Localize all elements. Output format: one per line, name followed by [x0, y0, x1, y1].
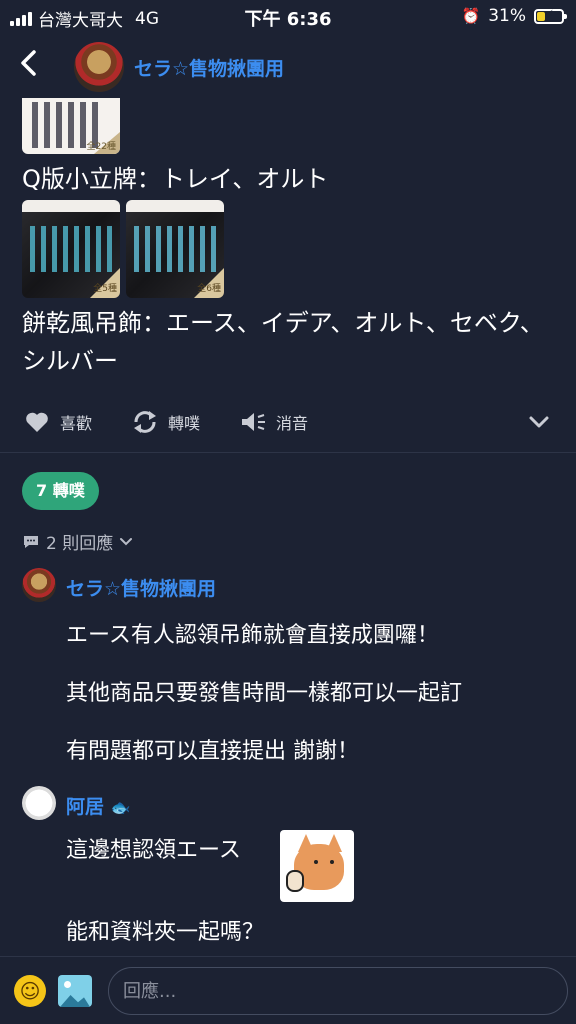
- comment-text: 其他商品只要發售時間一樣都可以一起訂: [66, 681, 463, 706]
- mute-button[interactable]: 消音: [240, 410, 308, 434]
- alarm-icon: ⏰: [461, 7, 481, 25]
- image-tag: 全6種: [197, 284, 221, 294]
- comment-author[interactable]: 阿居 🐟: [66, 792, 131, 819]
- post-image-charm-1[interactable]: 全5種: [22, 200, 120, 298]
- image-tag: 全5種: [93, 284, 117, 294]
- mute-label: 消音: [276, 414, 309, 433]
- fish-icon: 🐟: [110, 798, 131, 817]
- replies-count: 2 則回應: [46, 534, 114, 554]
- expand-menu-button[interactable]: [528, 410, 550, 434]
- battery-percent: 31%: [488, 6, 526, 26]
- page-title[interactable]: セラ☆售物揪團用: [134, 54, 284, 81]
- comment-text: エース有人認領吊飾就會直接成團囉！: [66, 623, 439, 648]
- chevron-down-icon: [529, 416, 549, 428]
- post-caption: Q版小立牌：トレイ、オルト: [22, 165, 329, 193]
- dog-sticker: [280, 830, 354, 902]
- repost-label: 轉噗: [168, 414, 201, 433]
- comment-text: 有問題都可以直接提出 謝謝！: [66, 739, 359, 764]
- post-actions: 喜歡 轉噗 消音: [0, 400, 576, 444]
- comment-text: 這邊想認領エース: [66, 838, 241, 863]
- avatar[interactable]: [22, 568, 56, 602]
- charging-bolt-icon: ⚡: [544, 7, 554, 24]
- heart-icon: [26, 412, 48, 432]
- image-tag: 全22種: [86, 142, 116, 152]
- replies-toggle[interactable]: 2 則回應: [22, 529, 133, 554]
- comment-author[interactable]: セラ☆售物揪團用: [66, 574, 216, 601]
- reply-bar: ☺: [0, 956, 576, 1024]
- chevron-down-icon: [120, 537, 133, 545]
- smiley-icon: ☺: [19, 979, 41, 1003]
- repost-icon: [134, 411, 156, 433]
- avatar[interactable]: [74, 42, 124, 92]
- back-button[interactable]: [18, 48, 48, 84]
- reply-input[interactable]: [108, 967, 568, 1015]
- post-image-standee[interactable]: 全22種: [22, 98, 120, 154]
- speaker-mute-icon: [242, 413, 265, 431]
- avatar[interactable]: [22, 786, 56, 820]
- image-icon: [60, 995, 90, 1007]
- like-label: 喜歡: [60, 414, 93, 433]
- post-image-charm-2[interactable]: 全6種: [126, 200, 224, 298]
- divider: [0, 452, 576, 453]
- post-caption: 餅乾風吊飾：エース、イデア、オルト、セベク、シルバー: [22, 309, 544, 375]
- header: セラ☆售物揪團用: [0, 38, 576, 94]
- emoji-button[interactable]: ☺: [14, 975, 46, 1007]
- image-upload-button[interactable]: [58, 975, 92, 1007]
- status-right: ⏰ 31% ⚡: [461, 6, 567, 26]
- comment-author-name: 阿居: [66, 796, 105, 818]
- speech-bubble-icon: [24, 535, 38, 548]
- repost-count-badge[interactable]: 7 轉噗: [22, 472, 99, 510]
- like-button[interactable]: 喜歡: [24, 410, 92, 434]
- repost-button[interactable]: 轉噗: [132, 410, 200, 434]
- battery-icon: ⚡: [534, 7, 567, 24]
- status-bar: 台灣大哥大 4G 下午 6:36 ⏰ 31% ⚡: [0, 0, 576, 34]
- chevron-left-icon: [21, 50, 36, 76]
- comment-text: 能和資料夾一起嗎？: [66, 920, 265, 945]
